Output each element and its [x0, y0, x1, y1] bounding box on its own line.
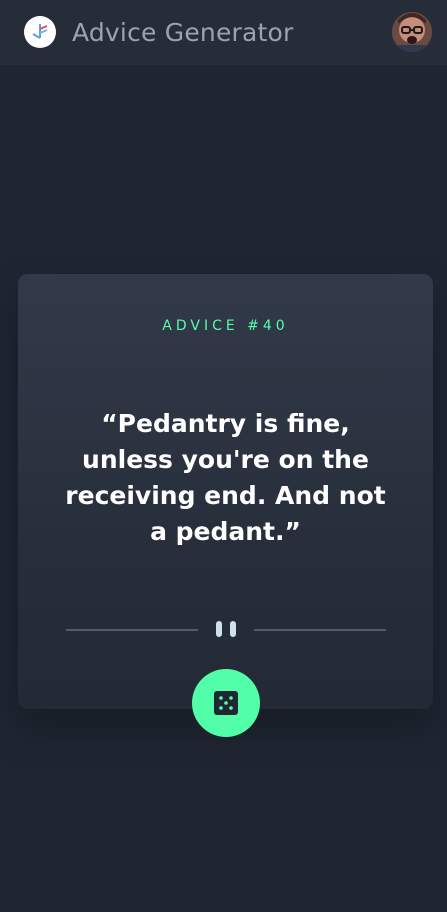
advice-quote: “Pedantry is fine, unless you're on the …	[65, 409, 386, 546]
advice-card: ADVICE #40 “Pedantry is fine, unless you…	[18, 274, 433, 709]
logo-icon[interactable]	[24, 16, 56, 48]
dice-icon	[214, 691, 238, 715]
avatar-image-icon	[392, 12, 432, 52]
app-header: Advice Generator	[0, 0, 447, 65]
pause-bar-left	[216, 621, 222, 637]
app-title: Advice Generator	[72, 18, 294, 47]
pause-bar-right	[230, 621, 236, 637]
advice-number: ADVICE #40	[162, 318, 289, 334]
user-avatar[interactable]	[392, 12, 432, 52]
divider-line-left	[66, 629, 198, 631]
generate-advice-button[interactable]	[192, 669, 260, 737]
divider-line-right	[254, 629, 386, 631]
logo-glyph-icon	[32, 24, 48, 39]
pattern-divider	[66, 619, 386, 641]
